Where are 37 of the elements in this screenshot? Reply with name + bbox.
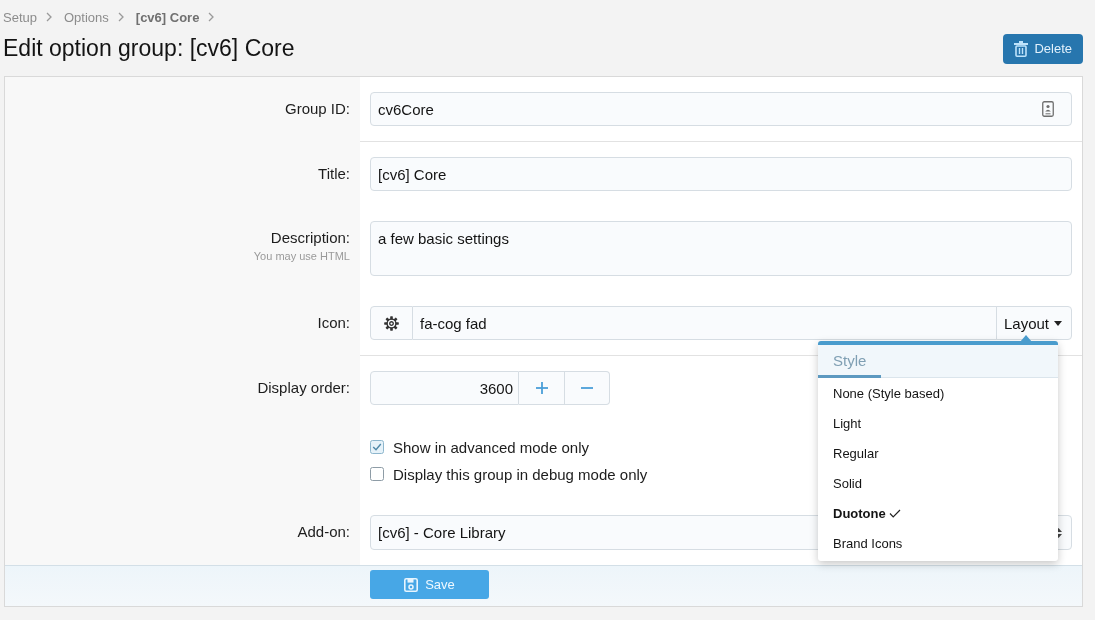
- delete-button[interactable]: Delete: [1003, 33, 1083, 64]
- menu-item[interactable]: Solid: [818, 468, 1058, 498]
- increment-button[interactable]: [519, 371, 565, 405]
- field-label: Group ID:: [284, 99, 350, 119]
- field-label: Icon:: [317, 313, 350, 333]
- text-area[interactable]: a few basic settings: [370, 221, 1072, 276]
- minus-icon: [581, 387, 593, 389]
- field-label: Title:: [318, 164, 350, 184]
- menu-item[interactable]: Light: [818, 408, 1058, 438]
- id-input[interactable]: cv6Core: [370, 92, 1072, 126]
- text-input[interactable]: [cv6] Core: [370, 157, 1072, 191]
- page-title: Edit option group: [cv6] Core: [3, 35, 295, 62]
- breadcrumb-link[interactable]: [cv6] Core: [135, 9, 200, 25]
- checkbox-label: Show in advanced mode only: [393, 438, 589, 456]
- save-icon: [404, 577, 419, 592]
- checkbox[interactable]: [370, 440, 384, 454]
- badge-icon: [1042, 101, 1054, 117]
- settings-icon: [384, 315, 399, 331]
- trash-icon: [1014, 40, 1029, 57]
- chevron-right-icon: [208, 12, 215, 22]
- chevron-right-icon: [117, 12, 124, 22]
- check-icon: [888, 508, 901, 518]
- field-label: Add-on:: [297, 522, 350, 542]
- checkbox-label: Display this group in debug mode only: [393, 465, 648, 483]
- number-input[interactable]: 3600: [370, 371, 519, 405]
- checkbox[interactable]: [370, 467, 384, 481]
- plus-icon: [535, 382, 548, 394]
- icon-name-input[interactable]: fa-cog fad: [413, 306, 997, 340]
- layout-button[interactable]: Layout: [996, 306, 1072, 340]
- select-caret-icon: [1055, 527, 1062, 538]
- caret-down-icon: [1054, 320, 1063, 326]
- chevron-right-icon: [46, 12, 52, 22]
- field-hint: You may use HTML: [253, 249, 350, 264]
- menu-item[interactable]: None (Style based): [818, 378, 1058, 408]
- field-label: Display order:: [257, 378, 350, 398]
- menu-item[interactable]: Regular: [818, 438, 1058, 468]
- field-label: Description:: [270, 228, 350, 248]
